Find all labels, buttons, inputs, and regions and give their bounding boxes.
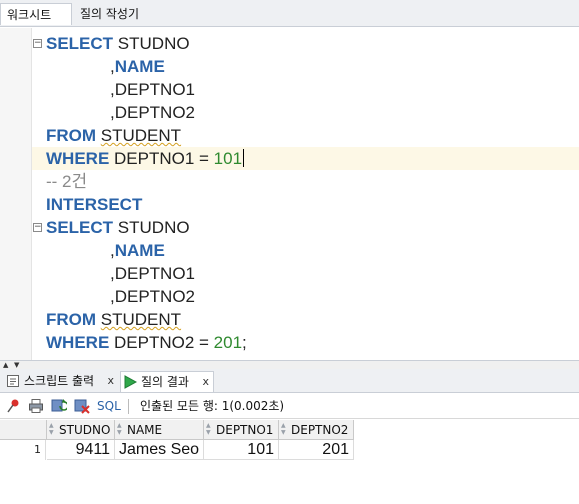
worksheet-tab-bar: 워크시트 질의 작성기 (0, 0, 579, 27)
code-line: FROM STUDENT (46, 310, 182, 329)
tab-query-result[interactable]: 질의 결과 x (120, 371, 214, 392)
close-icon[interactable]: x (202, 372, 209, 392)
code-line: INTERSECT (46, 195, 143, 214)
sql-button[interactable]: SQL (97, 398, 121, 414)
table-cell[interactable]: 201 (279, 440, 354, 460)
fold-icon[interactable]: − (33, 223, 42, 232)
column-header-deptno1[interactable]: ▲ ▼ DEPTNO1 (204, 420, 279, 440)
run-icon (123, 375, 138, 395)
column-header-name[interactable]: ▲ ▼ NAME (115, 420, 204, 440)
collapse-down-icon[interactable]: ▼ (14, 362, 19, 369)
code-line: SELECT STUDNO (46, 218, 190, 237)
close-icon[interactable]: x (107, 371, 114, 391)
table-cell[interactable]: James Seo (115, 440, 204, 460)
result-grid: ▲ ▼ STUDNO ▲ ▼ NAME ▲ ▼ DEPTNO1 ▲ ▼ DEPTNO2 1 94… (0, 420, 579, 504)
tab-worksheet[interactable]: 워크시트 (0, 3, 72, 25)
delete-icon[interactable] (74, 398, 90, 414)
code-line: SELECT STUDNO (46, 34, 190, 53)
code-line: ,DEPTNO2 (110, 287, 196, 306)
current-code-line: WHERE DEPTNO1 = 101 (32, 147, 579, 170)
editor-gutter (0, 28, 31, 360)
sort-icon: ▲ ▼ (49, 422, 54, 436)
script-icon (6, 374, 20, 394)
column-header-studno[interactable]: ▲ ▼ STUDNO (47, 420, 115, 440)
table-cell[interactable]: 9411 (47, 440, 115, 460)
fold-icon[interactable]: − (33, 39, 42, 48)
collapse-up-icon[interactable]: ▲ (3, 362, 8, 369)
panel-splitter[interactable]: ▲ ▼ (0, 360, 579, 369)
code-line: WHERE DEPTNO2 = 201; (46, 333, 247, 352)
sort-icon: ▲ ▼ (117, 422, 122, 436)
tab-script-output[interactable]: 스크립트 출력 x (4, 371, 118, 392)
tab-query-builder[interactable]: 질의 작성기 (74, 3, 164, 25)
row-number[interactable]: 1 (0, 440, 46, 460)
code-line: ,NAME (110, 241, 165, 260)
sort-icon: ▲ ▼ (206, 422, 211, 436)
fetch-status: 인출된 모든 행: 1(0.002초) (140, 399, 285, 413)
sql-editor[interactable]: − − SELECT STUDNO ,NAME ,DEPTNO1 ,DEPTNO… (0, 28, 579, 360)
print-icon[interactable] (28, 398, 44, 414)
table-cell[interactable]: 101 (204, 440, 279, 460)
code-line: FROM STUDENT (46, 126, 182, 145)
result-toolbar: SQL 인출된 모든 행: 1(0.002초) (0, 394, 579, 419)
code-line: ,NAME (110, 57, 165, 76)
text-caret (243, 149, 245, 167)
code-line: ,DEPTNO2 (110, 103, 196, 122)
output-tab-bar: 스크립트 출력 x 질의 결과 x (0, 369, 579, 393)
column-header-deptno2[interactable]: ▲ ▼ DEPTNO2 (279, 420, 354, 440)
grid-corner (0, 420, 47, 440)
pin-icon[interactable] (6, 398, 22, 414)
refresh-icon[interactable] (51, 398, 69, 414)
code-line: ,DEPTNO1 (110, 264, 196, 283)
code-line: -- 2건 (46, 172, 88, 191)
sort-icon: ▲ ▼ (281, 422, 286, 436)
toolbar-divider (128, 399, 129, 414)
code-line: ,DEPTNO1 (110, 80, 196, 99)
